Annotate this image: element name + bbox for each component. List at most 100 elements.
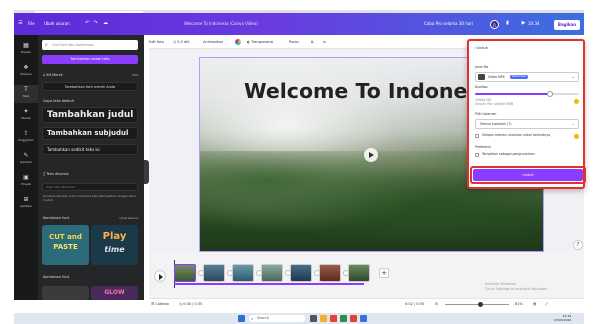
- app-icon[interactable]: [360, 315, 367, 322]
- file-explorer-icon[interactable]: [320, 315, 327, 322]
- quality-slider[interactable]: [475, 91, 579, 97]
- timeline-clip[interactable]: [232, 264, 254, 282]
- combos-see-all-link[interactable]: Lihat semua: [120, 216, 138, 221]
- chevron-down-icon: ⌄: [571, 74, 575, 79]
- quality-label: Kualitas: [475, 85, 488, 89]
- menu-icon[interactable]: ☰: [17, 20, 24, 27]
- pro-crown-icon: [574, 134, 579, 139]
- notes-button[interactable]: ☰ Catatan: [151, 301, 169, 307]
- help-button[interactable]: ?: [573, 240, 583, 250]
- brand-kit-title: Kit Merek: [46, 73, 63, 77]
- download-back-button[interactable]: ‹ Unduh: [474, 45, 488, 51]
- download-panel: ‹ Unduh Jenis file Video MP4 Disarankan …: [467, 39, 586, 189]
- crop-icon[interactable]: ⧉: [311, 39, 314, 45]
- position-button[interactable]: Posisi: [289, 39, 299, 45]
- activate-windows-note: Go to Settings to activate Windows.: [485, 287, 548, 291]
- app-icon[interactable]: [340, 315, 347, 322]
- timeline-clip[interactable]: [174, 264, 196, 282]
- grid-view-icon[interactable]: ⊟: [435, 301, 438, 307]
- pro-crown-icon: [574, 99, 579, 104]
- font-combo-more-1[interactable]: [42, 286, 89, 300]
- timeline-clip[interactable]: [203, 264, 225, 282]
- rail-icon-teks: T: [24, 86, 28, 93]
- resize-menu[interactable]: Ubah ukuran: [44, 21, 70, 27]
- present-icon[interactable]: ▶: [520, 20, 527, 27]
- activate-windows-watermark: Activate Windows Go to Settings to activ…: [485, 282, 548, 292]
- search-icon: ⌕: [45, 42, 48, 48]
- avatar[interactable]: R: [490, 20, 499, 29]
- pages-label: Pilih halaman: [475, 112, 497, 116]
- quality-slider-knob[interactable]: [546, 91, 553, 97]
- show-download-checkbox[interactable]: [475, 153, 479, 157]
- timeline-clip[interactable]: [348, 264, 370, 282]
- undo-icon[interactable]: ↶: [84, 20, 91, 27]
- rail-item-unggahan[interactable]: ⇪ Unggahan: [14, 129, 38, 147]
- zoom-slider[interactable]: [445, 302, 509, 307]
- dynamic-text-note: Gunakan Gambar untuk membuat teks ditemp…: [43, 194, 136, 202]
- windows-start-icon[interactable]: [238, 315, 245, 322]
- timeline-clip[interactable]: [261, 264, 283, 282]
- file-type-select[interactable]: Video MP4 Disarankan ⌄: [475, 72, 579, 82]
- footer-duration[interactable]: ◷ 0:00 / 0:35: [179, 301, 202, 307]
- left-rail: ▦ Desain ❖ Elemen T Teks ✦ Merek ⇪ Unggahan ✎ Gamba…: [14, 35, 38, 300]
- brand-edit-link[interactable]: Edit: [132, 73, 138, 78]
- font-combo-play-time[interactable]: Play time: [91, 225, 138, 265]
- rail-item-merek[interactable]: ✦ Merek: [14, 107, 38, 125]
- app-icon[interactable]: [330, 315, 337, 322]
- animate-button[interactable]: Animasikan: [203, 39, 223, 45]
- upgrade-link[interactable]: Coba Pro selama 30 hari: [424, 21, 473, 27]
- dynamic-text-input[interactable]: Ingin teks dinamis?: [42, 183, 138, 191]
- font-combo-cut-paste[interactable]: CUT and PASTE: [42, 225, 89, 265]
- rail-label: Teks: [22, 94, 30, 98]
- rail-icon-gambar: ✎: [23, 152, 29, 159]
- taskbar-search[interactable]: ⌕ Search: [249, 315, 305, 322]
- file-type-label: Jenis file: [475, 65, 489, 69]
- rail-item-proyek[interactable]: ▣ Proyek: [14, 173, 38, 191]
- edit-photo-button[interactable]: Edit foto: [149, 39, 164, 45]
- share-button[interactable]: Bagikan: [554, 20, 580, 30]
- rail-label: Unggahan: [18, 138, 34, 142]
- color-wheel-icon[interactable]: [235, 39, 241, 45]
- add-body-card[interactable]: Tambahkan sedikit teks isi: [42, 144, 138, 155]
- zoom-slider-knob[interactable]: [477, 302, 483, 307]
- rail-item-aplikasi[interactable]: ⊞ Aplikasi: [14, 195, 38, 213]
- timeline-clip[interactable]: [319, 264, 341, 282]
- font-search-input[interactable]: ⌕ Cari font dan kombinasi: [42, 40, 138, 50]
- timeline-clip[interactable]: [290, 264, 312, 282]
- add-textbox-button[interactable]: Tambahkan kotak teks: [42, 55, 138, 64]
- file-menu[interactable]: File: [28, 21, 35, 27]
- redo-icon[interactable]: ↷: [92, 20, 99, 27]
- add-clip-button[interactable]: +: [379, 268, 389, 278]
- save-settings-checkbox[interactable]: [475, 134, 479, 138]
- fullscreen-icon[interactable]: ⤢: [545, 301, 548, 307]
- search-icon: ⌕: [251, 316, 254, 321]
- rail-item-teks[interactable]: T Teks: [14, 85, 38, 103]
- show-download-label: Tampilkan sebagai pengunduhan: [482, 152, 535, 156]
- transparency-button[interactable]: ◐ Transparansi: [247, 39, 273, 45]
- flip-icon[interactable]: ⇋: [323, 39, 326, 45]
- download-button[interactable]: Unduh: [473, 169, 583, 181]
- rail-item-desain[interactable]: ▦ Desain: [14, 41, 38, 59]
- pages-view-icon[interactable]: ▤: [533, 301, 536, 307]
- chrome-icon[interactable]: [350, 315, 357, 322]
- add-subheading-card[interactable]: Tambahkan subjudul: [42, 127, 138, 140]
- play-icon[interactable]: [364, 148, 378, 162]
- combo-1-line-2: PASTE: [53, 243, 78, 251]
- suggested-badge: Disarankan: [510, 75, 529, 79]
- task-view-icon[interactable]: [310, 315, 317, 322]
- zoom-level[interactable]: 81%: [515, 301, 523, 307]
- add-heading-card[interactable]: Tambahkan judul: [42, 107, 138, 123]
- rail-item-elemen[interactable]: ❖ Elemen: [14, 63, 38, 81]
- taskbar: ⌕ Search 10:34 23/05/2024: [14, 313, 584, 324]
- timeline-play-button[interactable]: [154, 270, 166, 282]
- duration-button[interactable]: ◷ 5,0 dtk: [173, 39, 189, 45]
- font-combo-glow[interactable]: GLOW: [91, 286, 138, 300]
- pages-select[interactable]: Semua halaman (7) ⌄: [475, 119, 579, 129]
- stats-icon[interactable]: ▮: [504, 20, 511, 27]
- rail-item-gambar[interactable]: ✎ Gambar: [14, 151, 38, 169]
- rail-icon-aplikasi: ⊞: [23, 196, 29, 203]
- brand-font-card[interactable]: Tambahkan font merek Anda: [42, 82, 138, 91]
- rail-label: Aplikasi: [20, 204, 32, 208]
- system-clock[interactable]: 10:34 23/05/2024: [554, 314, 571, 322]
- doc-title[interactable]: Welcome To Indonesia (Canva Video): [184, 21, 258, 27]
